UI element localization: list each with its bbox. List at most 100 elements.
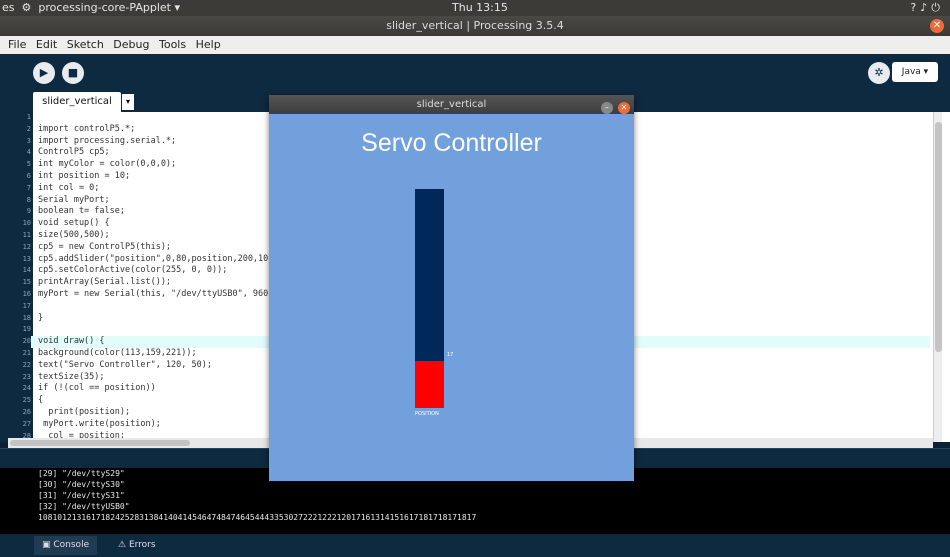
line-number: 24 [0, 383, 31, 396]
code-text: cp5.setColorActive(color(255, 0, 0)); [38, 265, 228, 276]
line-number: 27 [0, 418, 31, 431]
line-number: 18 [0, 312, 31, 325]
line-number: 17 [0, 300, 31, 313]
code-text: { [38, 395, 44, 406]
console-tabs: ▣ Console ⚠ Errors [0, 534, 950, 557]
line-number: 4 [0, 147, 31, 160]
code-text: import controlP5.*; [38, 123, 136, 134]
help-icon: ? [910, 1, 921, 14]
line-number: 2 [0, 123, 31, 136]
code-text: Serial myPort; [38, 194, 110, 205]
menu-file[interactable]: File [8, 38, 26, 51]
menu-edit[interactable]: Edit [36, 38, 57, 51]
line-number: 12 [0, 241, 31, 254]
code-text: boolean t= false; [38, 206, 125, 217]
stop-icon: ■ [67, 66, 79, 79]
line-number: 9 [0, 206, 31, 219]
mode-select[interactable]: Java ▾ [892, 62, 938, 82]
tab-errors[interactable]: ⚠ Errors [110, 536, 164, 555]
sketch-window: slider_vertical – ✕ Servo Controller 17 … [269, 95, 634, 481]
run-button[interactable]: ▶ [33, 62, 55, 84]
vertical-scrollbar[interactable] [933, 112, 942, 442]
code-text: ControlP5 cp5; [38, 147, 110, 158]
menu-tools[interactable]: Tools [159, 38, 186, 51]
code-text: myPort = new Serial(this, "/dev/ttyUSB0"… [38, 288, 269, 299]
scroll-thumb[interactable] [10, 440, 190, 446]
code-text: int myColor = color(0,0,0); [38, 159, 177, 170]
tab-console[interactable]: ▣ Console [34, 536, 98, 555]
code-text: cp5.addSlider("position",0,80,position,2… [38, 253, 269, 264]
code-text: cp5 = new ControlP5(this); [38, 241, 172, 252]
console-tab-label: Console [53, 540, 90, 550]
code-text: int position = 10; [38, 170, 131, 181]
code-text: myPort.write(position); [38, 418, 161, 429]
console-line: 1081012131617182425283138414041454647484… [38, 513, 477, 522]
clock[interactable]: Thu 13:15 [452, 1, 508, 14]
debug-icon: ✲ [874, 66, 884, 79]
debugger-button[interactable]: ✲ [868, 62, 890, 84]
line-number: 5 [0, 159, 31, 171]
code-text: void draw() { [38, 336, 105, 347]
play-icon: ▶ [39, 66, 49, 79]
console-icon: ▣ [42, 540, 54, 550]
tab-menu-button[interactable]: ▾ [122, 94, 134, 110]
scroll-thumb[interactable] [935, 122, 942, 352]
code-text: void setup() { [38, 218, 110, 229]
code-text: background(color(113,159,221)); [38, 347, 197, 358]
sketch-window-titlebar: slider_vertical – ✕ [269, 95, 634, 114]
console-line: [31] "/dev/ttyS31" [38, 491, 125, 500]
line-number: 13 [0, 253, 31, 266]
code-text: textSize(35); [38, 371, 105, 382]
stop-button[interactable]: ■ [62, 62, 84, 84]
line-number: 8 [0, 194, 31, 207]
system-tray[interactable]: ?♪⏻ [910, 1, 944, 15]
volume-icon: ♪ [920, 1, 932, 14]
code-text: import processing.serial.*; [38, 135, 177, 146]
app-menu[interactable]: processing-core-PApplet ▾ [38, 1, 180, 14]
close-icon[interactable]: ✕ [930, 19, 944, 33]
power-icon: ⏻ [931, 1, 944, 14]
line-number: 21 [0, 347, 31, 360]
code-text: if (!(col == position)) [38, 383, 156, 394]
line-number: 26 [0, 406, 31, 419]
tab-slider-vertical[interactable]: slider_vertical [33, 92, 121, 112]
window-title: slider_vertical | Processing 3.5.4 [386, 19, 564, 32]
line-number: 10 [0, 218, 31, 230]
line-number: 15 [0, 277, 31, 289]
line-number: 1 [0, 112, 31, 124]
code-text: text("Servo Controller", 120, 50); [38, 359, 212, 370]
code-text: print(position); [38, 406, 131, 417]
line-number: 11 [0, 229, 31, 242]
line-number: 19 [0, 324, 31, 337]
slider-label: POSITION [415, 411, 439, 417]
errors-tab-label: Errors [128, 540, 156, 550]
line-number: 22 [0, 359, 31, 372]
code-text: int col = 0; [38, 182, 100, 193]
code-text: printArray(Serial.list()); [38, 277, 172, 288]
menu-help[interactable]: Help [196, 38, 221, 51]
console-line: [32] "/dev/ttyUSB0" [38, 502, 130, 511]
code-text: size(500,500); [38, 229, 110, 240]
sketch-window-title: slider_vertical [416, 99, 487, 110]
line-number: 6 [0, 170, 31, 183]
slider-value: 17 [447, 352, 454, 358]
menu-sketch[interactable]: Sketch [67, 38, 104, 51]
position-slider[interactable] [415, 189, 444, 408]
line-number: 23 [0, 371, 31, 384]
line-number: 14 [0, 265, 31, 278]
minimize-icon[interactable]: – [600, 102, 613, 114]
code-text: } [38, 312, 44, 323]
os-top-bar: es ⚙ processing-core-PApplet ▾ Thu 13:15… [0, 0, 950, 16]
activities-button[interactable]: es [2, 1, 15, 14]
gear-icon[interactable]: ⚙ [18, 1, 35, 14]
menu-debug[interactable]: Debug [113, 38, 149, 51]
menu-bar: File Edit Sketch Debug Tools Help [0, 36, 950, 54]
line-number: 20 [0, 336, 31, 348]
warning-icon: ⚠ [118, 540, 129, 550]
window-titlebar: slider_vertical | Processing 3.5.4 ✕ [0, 16, 950, 36]
line-number: 16 [0, 288, 31, 301]
slider-fill[interactable] [415, 361, 444, 408]
line-number: 7 [0, 182, 31, 195]
close-icon[interactable]: ✕ [618, 102, 630, 114]
line-number: 25 [0, 395, 31, 407]
